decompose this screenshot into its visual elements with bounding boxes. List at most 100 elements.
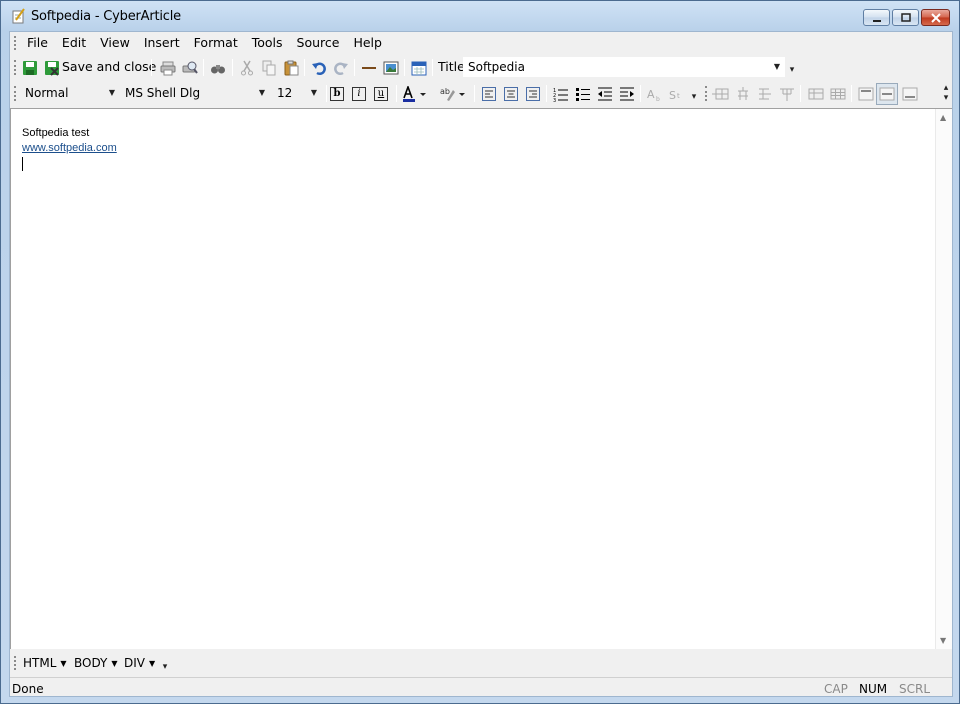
find-button[interactable]	[208, 58, 228, 78]
tag-html[interactable]: HTML ▼	[23, 656, 67, 670]
paste-icon	[284, 60, 299, 76]
tagbar-grip[interactable]	[14, 656, 17, 670]
image-icon	[383, 61, 399, 75]
insert-column-left-button[interactable]	[711, 84, 731, 104]
scroll-up-icon[interactable]: ▲	[940, 113, 946, 122]
align-center-button[interactable]	[501, 84, 521, 104]
window-title: Softpedia - CyberArticle	[31, 9, 181, 24]
highlight-color-button[interactable]: ab	[438, 84, 470, 104]
split-cells-button[interactable]	[777, 84, 797, 104]
chevron-down-icon[interactable]: ▼	[774, 62, 780, 71]
redo-button[interactable]	[331, 58, 351, 78]
align-left-button[interactable]	[479, 84, 499, 104]
tag-body-label: BODY	[74, 656, 108, 670]
title-field[interactable]: Softpedia ▼	[463, 57, 785, 77]
paste-button[interactable]	[281, 58, 301, 78]
menu-edit[interactable]: Edit	[55, 35, 93, 50]
align-right-button[interactable]	[523, 84, 543, 104]
tagbar-overflow-icon[interactable]: ▾	[160, 660, 170, 674]
print-preview-button[interactable]	[180, 58, 200, 78]
chevron-down-icon[interactable]: ▼	[109, 88, 115, 97]
minimize-button[interactable]	[863, 9, 890, 26]
align-left-icon	[482, 87, 496, 101]
insert-column-icon	[712, 88, 729, 100]
editor-content[interactable]: Softpedia test www.softpedia.com	[22, 126, 117, 171]
save-close-icon-btn[interactable]	[42, 58, 62, 78]
svg-text:ab: ab	[440, 87, 450, 96]
superscript-button[interactable]: St	[667, 84, 687, 104]
tag-div[interactable]: DIV ▼	[124, 656, 155, 670]
table-button[interactable]	[806, 84, 826, 104]
table-grid-button[interactable]	[828, 84, 848, 104]
table-toolbar-grip[interactable]	[705, 86, 708, 101]
print-button[interactable]	[158, 58, 178, 78]
valign-top-button[interactable]	[856, 84, 876, 104]
menu-file[interactable]: File	[20, 35, 55, 50]
calendar-icon	[411, 61, 427, 76]
svg-text:A: A	[647, 88, 655, 101]
toolbar-grip[interactable]	[14, 60, 17, 75]
close-button[interactable]	[921, 9, 950, 26]
style-select-value: Normal	[25, 86, 69, 100]
menu-view[interactable]: View	[93, 35, 137, 50]
horizontal-rule-button[interactable]	[359, 58, 379, 78]
close-icon	[930, 12, 941, 23]
outdent-button[interactable]	[595, 84, 615, 104]
indent-button[interactable]	[617, 84, 637, 104]
save-and-close-button[interactable]: Save and close	[62, 59, 156, 74]
chevron-down-icon[interactable]: ▼	[311, 88, 317, 97]
title-label: Title	[438, 59, 465, 74]
subscript-button[interactable]: Ab	[645, 84, 665, 104]
vertical-scrollbar[interactable]: ▲ ▼	[935, 109, 952, 649]
format-toolbar-grip[interactable]	[14, 86, 17, 101]
insert-image-button[interactable]	[381, 58, 401, 78]
calendar-button[interactable]	[409, 58, 429, 78]
scroll-lock-indicator: SCRL	[899, 682, 931, 696]
valign-middle-icon	[879, 87, 895, 101]
title-bar[interactable]: Softpedia - CyberArticle	[1, 1, 959, 31]
font-color-icon	[403, 86, 426, 102]
italic-button[interactable]: i	[349, 84, 369, 104]
table-overflow-icon[interactable]: ▴ ▾	[941, 83, 951, 105]
font-select-value: MS Shell Dlg	[125, 86, 201, 100]
menu-help[interactable]: Help	[346, 35, 389, 50]
tag-body[interactable]: BODY ▼	[74, 656, 118, 670]
minimize-icon	[872, 19, 881, 22]
font-color-button[interactable]	[401, 84, 431, 104]
undo-button[interactable]	[309, 58, 329, 78]
num-lock-indicator: NUM	[859, 682, 888, 696]
merge-cells-button[interactable]	[755, 84, 775, 104]
copy-button[interactable]	[259, 58, 279, 78]
caps-lock-indicator: CAP	[824, 682, 848, 696]
maximize-button[interactable]	[892, 9, 919, 26]
editor-link[interactable]: www.softpedia.com	[22, 142, 117, 154]
numbered-list-button[interactable]: 123	[551, 84, 571, 104]
menu-tools[interactable]: Tools	[245, 35, 290, 50]
status-text: Done	[12, 682, 44, 696]
save-button[interactable]	[20, 58, 40, 78]
tag-html-label: HTML	[23, 656, 57, 670]
editor-text-line: Softpedia test	[22, 127, 90, 139]
valign-top-icon	[858, 87, 874, 101]
valign-bottom-button[interactable]	[900, 84, 920, 104]
bullet-list-button[interactable]	[573, 84, 593, 104]
valign-middle-button[interactable]	[876, 83, 898, 105]
font-select[interactable]: MS Shell Dlg ▼	[120, 83, 270, 103]
bold-icon: b	[330, 87, 344, 101]
editor-area[interactable]: Softpedia test www.softpedia.com ▲ ▼	[10, 108, 952, 649]
chevron-down-icon[interactable]: ▼	[259, 88, 265, 97]
format-overflow-icon[interactable]: ▾	[689, 90, 699, 104]
insert-row-button[interactable]	[733, 84, 753, 104]
menu-source[interactable]: Source	[290, 35, 347, 50]
undo-icon	[312, 62, 326, 75]
bold-button[interactable]: b	[327, 84, 347, 104]
toolbar-overflow-icon[interactable]: ▾	[787, 63, 797, 77]
cut-button[interactable]	[237, 58, 257, 78]
scroll-down-icon[interactable]: ▼	[940, 636, 946, 645]
menu-grip[interactable]	[14, 36, 17, 50]
style-select[interactable]: Normal ▼	[20, 83, 120, 103]
underline-button[interactable]: u	[371, 84, 391, 104]
menu-format[interactable]: Format	[187, 35, 245, 50]
menu-insert[interactable]: Insert	[137, 35, 187, 50]
size-select[interactable]: 12 ▼	[272, 83, 322, 103]
